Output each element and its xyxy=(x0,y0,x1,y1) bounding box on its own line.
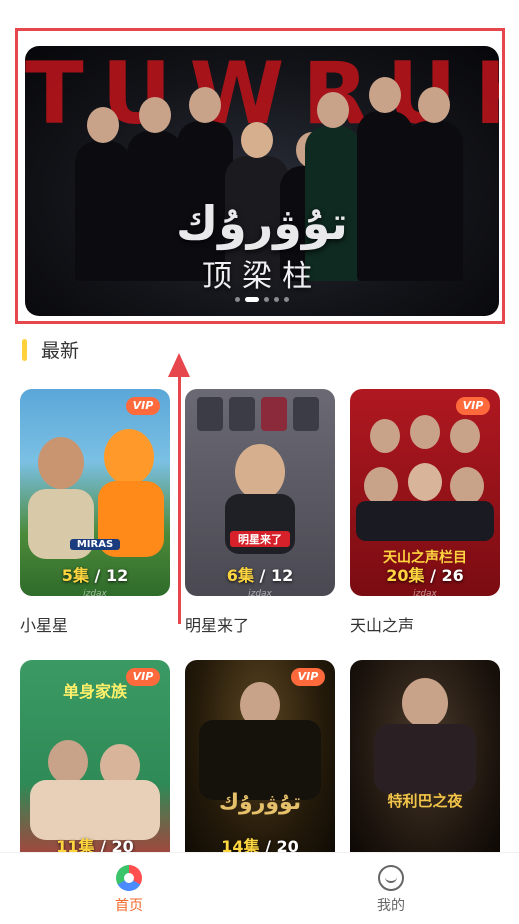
show-poster[interactable]: MIRAS VIP 5集 / 12 izdax xyxy=(20,389,170,596)
show-card[interactable]: 天山之声栏目 VIP 20集 / 26 izdax 天山之声 xyxy=(350,389,500,636)
show-card[interactable]: 明星来了 6集 / 12 izdax 明星来了 xyxy=(185,389,335,636)
poster-logo: MIRAS xyxy=(70,539,120,550)
show-card[interactable]: 特利巴之夜 xyxy=(350,660,500,867)
show-title[interactable]: 明星来了 xyxy=(185,612,335,636)
poster-watermark: izdax xyxy=(413,589,437,596)
show-card[interactable]: تۇۋرۇك VIP 14集 / 20 xyxy=(185,660,335,867)
vip-badge: VIP xyxy=(126,668,160,686)
show-title[interactable]: 天山之声 xyxy=(350,612,500,636)
tab-home-label: 首页 xyxy=(115,898,143,914)
episode-count: 20集 / 26 xyxy=(386,566,464,585)
banner-highlight-frame: TUWRUK تۇۋرۇك 顶梁柱 xyxy=(15,28,505,324)
show-card[interactable]: 单身家族 VIP 11集 / 20 xyxy=(20,660,170,867)
banner-title-uyghur: تۇۋرۇك xyxy=(176,196,348,250)
show-poster[interactable]: 特利巴之夜 xyxy=(350,660,500,867)
banner-carousel[interactable]: TUWRUK تۇۋرۇك 顶梁柱 xyxy=(25,46,499,316)
annotation-arrow-line xyxy=(178,374,181,624)
carousel-dot-active[interactable] xyxy=(245,297,259,302)
carousel-dot[interactable] xyxy=(235,297,240,302)
bottom-tab-bar: 首页 我的 xyxy=(0,852,519,924)
home-icon xyxy=(116,865,142,891)
poster-logo: تۇۋرۇك xyxy=(218,790,302,815)
poster-logo: 特利巴之夜 xyxy=(387,792,463,810)
poster-logo: 明星来了 xyxy=(230,531,290,547)
tab-mine-label: 我的 xyxy=(377,898,405,914)
poster-watermark: izdax xyxy=(248,589,272,596)
vip-badge: VIP xyxy=(291,668,325,686)
show-title[interactable]: 小星星 xyxy=(20,612,170,636)
show-poster[interactable]: 天山之声栏目 VIP 20集 / 26 izdax xyxy=(350,389,500,596)
section-accent-bar xyxy=(22,338,27,361)
episode-count: 5集 / 12 xyxy=(61,566,129,585)
poster-watermark: izdax xyxy=(83,589,107,596)
carousel-dot[interactable] xyxy=(274,297,279,302)
show-card[interactable]: MIRAS VIP 5集 / 12 izdax 小星星 xyxy=(20,389,170,636)
carousel-dot[interactable] xyxy=(264,297,269,302)
section-header-latest: 最新 xyxy=(22,336,79,363)
show-poster[interactable]: 单身家族 VIP 11集 / 20 xyxy=(20,660,170,867)
episode-count: 6集 / 12 xyxy=(226,566,294,585)
profile-icon xyxy=(378,865,404,891)
vip-badge: VIP xyxy=(126,397,160,415)
tab-home[interactable]: 首页 xyxy=(79,865,179,915)
show-poster[interactable]: تۇۋرۇك VIP 14集 / 20 xyxy=(185,660,335,867)
vip-badge: VIP xyxy=(456,397,490,415)
carousel-dot[interactable] xyxy=(284,297,289,302)
show-poster[interactable]: 明星来了 6集 / 12 izdax xyxy=(185,389,335,596)
banner-title-chinese: 顶梁柱 xyxy=(202,259,322,294)
section-title: 最新 xyxy=(41,340,80,362)
tab-mine[interactable]: 我的 xyxy=(341,865,441,915)
carousel-indicators xyxy=(25,297,499,302)
